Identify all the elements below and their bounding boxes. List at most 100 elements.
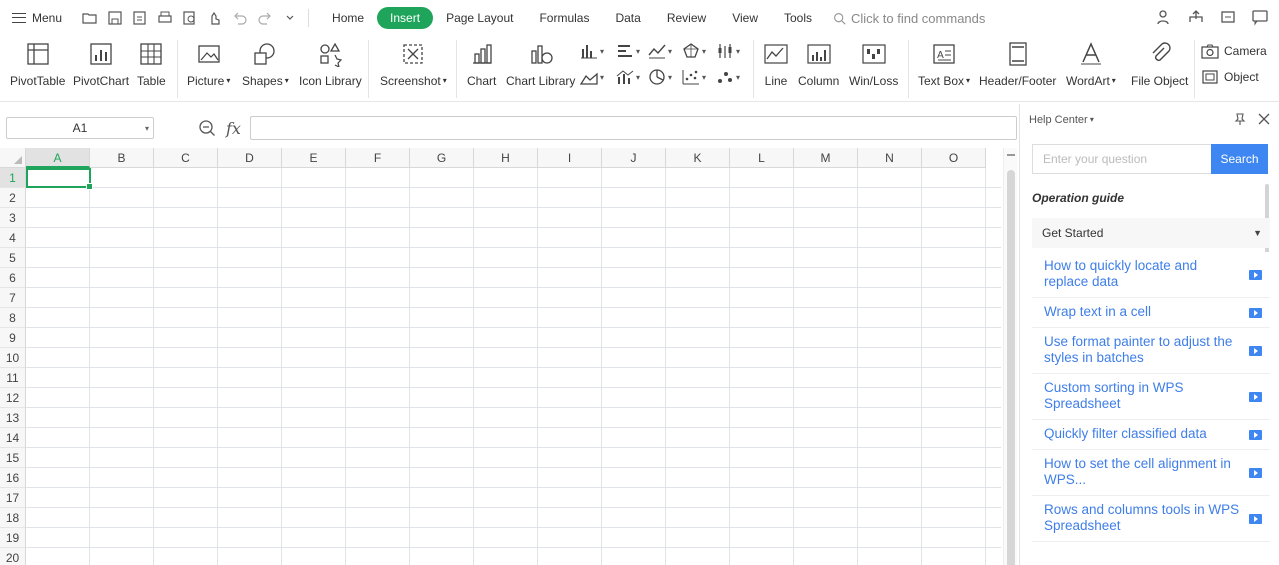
column-header-h[interactable]: H [474, 148, 538, 168]
print-preview-icon[interactable] [182, 10, 198, 26]
row-header-9[interactable]: 9 [0, 328, 26, 348]
tab-formulas[interactable]: Formulas [526, 7, 602, 29]
tab-review[interactable]: Review [654, 7, 719, 29]
play-video-icon[interactable] [1249, 391, 1262, 402]
guide-item[interactable]: Rows and columns tools in WPS Spreadshee… [1032, 496, 1270, 542]
select-all-corner[interactable] [0, 148, 26, 168]
find-commands[interactable]: Click to find commands [833, 11, 985, 26]
column-header-l[interactable]: L [730, 148, 794, 168]
sparkline-column-button[interactable]: Column [798, 40, 839, 88]
row-header-6[interactable]: 6 [0, 268, 26, 288]
column-header-e[interactable]: E [282, 148, 346, 168]
column-header-g[interactable]: G [410, 148, 474, 168]
tab-tools[interactable]: Tools [771, 7, 825, 29]
pin-icon[interactable] [1233, 112, 1247, 126]
stock-chart-dropdown[interactable]: ▾ [716, 42, 740, 60]
camera-button[interactable]: Camera [1201, 43, 1267, 59]
tab-insert[interactable]: Insert [377, 7, 434, 29]
column-header-a[interactable]: A [26, 148, 90, 168]
vertical-scrollbar[interactable] [1003, 148, 1017, 565]
file-object-button[interactable]: File Object [1131, 40, 1188, 88]
column-header-j[interactable]: J [602, 148, 666, 168]
guide-item[interactable]: How to quickly locate and replace data [1032, 252, 1270, 298]
play-video-icon[interactable] [1249, 307, 1262, 318]
share-icon[interactable] [1187, 8, 1205, 29]
pie-chart-dropdown[interactable]: ▾ [648, 68, 672, 86]
column-header-f[interactable]: F [346, 148, 410, 168]
chart-button[interactable]: Chart [467, 40, 496, 88]
tab-page-layout[interactable]: Page Layout [433, 7, 526, 29]
guide-item[interactable]: Quickly filter classified data [1032, 420, 1270, 450]
row-header-8[interactable]: 8 [0, 308, 26, 328]
redo-icon[interactable] [257, 10, 273, 26]
radar-chart-dropdown[interactable]: ▾ [682, 42, 706, 60]
active-cell-a1[interactable] [26, 168, 93, 190]
object-button[interactable]: Object [1201, 69, 1259, 85]
row-header-4[interactable]: 4 [0, 228, 26, 248]
row-header-17[interactable]: 17 [0, 488, 26, 508]
open-folder-icon[interactable] [82, 10, 98, 26]
customize-toolbar-icon[interactable] [282, 10, 298, 26]
combo-chart-dropdown[interactable]: ▾ [616, 68, 640, 86]
icon-library-button[interactable]: Icon Library [299, 40, 362, 88]
print-icon[interactable] [157, 10, 173, 26]
column-header-n[interactable]: N [858, 148, 922, 168]
comment-icon[interactable] [1251, 8, 1269, 29]
wordart-button[interactable]: WordArt [1066, 40, 1116, 88]
column-header-b[interactable]: B [90, 148, 154, 168]
area-chart-dropdown[interactable]: ▾ [580, 68, 604, 86]
row-header-10[interactable]: 10 [0, 348, 26, 368]
cell-area[interactable] [26, 168, 1001, 565]
row-header-1[interactable]: 1 [0, 168, 26, 188]
close-icon[interactable] [1257, 112, 1271, 126]
help-search-button[interactable]: Search [1211, 144, 1268, 174]
play-video-icon[interactable] [1249, 513, 1262, 524]
play-video-icon[interactable] [1249, 467, 1262, 478]
row-header-15[interactable]: 15 [0, 448, 26, 468]
bar-chart-dropdown[interactable]: ▾ [616, 42, 640, 60]
column-header-c[interactable]: C [154, 148, 218, 168]
help-center-title[interactable]: Help Center [1029, 114, 1094, 126]
guide-item[interactable]: Use format painter to adjust the styles … [1032, 328, 1270, 374]
screenshot-button[interactable]: Screenshot [380, 40, 447, 88]
shapes-button[interactable]: Shapes [242, 40, 289, 88]
row-header-14[interactable]: 14 [0, 428, 26, 448]
guide-item[interactable]: Wrap text in a cell [1032, 298, 1270, 328]
scroll-up-arrow[interactable] [1007, 154, 1015, 156]
pivot-chart-button[interactable]: PivotChart [73, 40, 129, 88]
help-search-input[interactable]: Enter your question [1032, 144, 1212, 174]
text-box-button[interactable]: A Text Box [918, 40, 970, 88]
format-painter-icon[interactable] [207, 10, 223, 26]
play-video-icon[interactable] [1249, 429, 1262, 440]
sparkline-line-button[interactable]: Line [762, 40, 790, 88]
name-box[interactable]: A1 ▾ [6, 117, 154, 139]
sparkline-win-loss-button[interactable]: Win/Loss [849, 40, 898, 88]
row-header-19[interactable]: 19 [0, 528, 26, 548]
column-chart-dropdown[interactable]: ▾ [580, 42, 604, 60]
export-pdf-icon[interactable] [132, 10, 148, 26]
row-header-3[interactable]: 3 [0, 208, 26, 228]
row-header-12[interactable]: 12 [0, 388, 26, 408]
save-icon[interactable] [107, 10, 123, 26]
row-header-7[interactable]: 7 [0, 288, 26, 308]
pivot-table-button[interactable]: PivotTable [10, 40, 65, 88]
formula-input[interactable] [250, 116, 1017, 140]
sync-icon[interactable] [1219, 8, 1237, 29]
tab-home[interactable]: Home [319, 7, 377, 29]
header-footer-button[interactable]: Header/Footer [979, 40, 1056, 88]
insert-function-button[interactable]: fx [226, 119, 241, 138]
menu-button[interactable]: Menu [12, 11, 62, 25]
scrollbar-thumb[interactable] [1007, 170, 1015, 565]
undo-icon[interactable] [232, 10, 248, 26]
chart-library-button[interactable]: Chart Library [506, 40, 575, 88]
line-chart-dropdown[interactable]: ▾ [648, 42, 672, 60]
collaborate-icon[interactable] [1155, 8, 1173, 29]
column-header-k[interactable]: K [666, 148, 730, 168]
row-header-18[interactable]: 18 [0, 508, 26, 528]
row-header-20[interactable]: 20 [0, 548, 26, 565]
guide-item[interactable]: Custom sorting in WPS Spreadsheet [1032, 374, 1270, 420]
row-header-13[interactable]: 13 [0, 408, 26, 428]
table-button[interactable]: Table [137, 40, 166, 88]
row-header-11[interactable]: 11 [0, 368, 26, 388]
row-header-5[interactable]: 5 [0, 248, 26, 268]
